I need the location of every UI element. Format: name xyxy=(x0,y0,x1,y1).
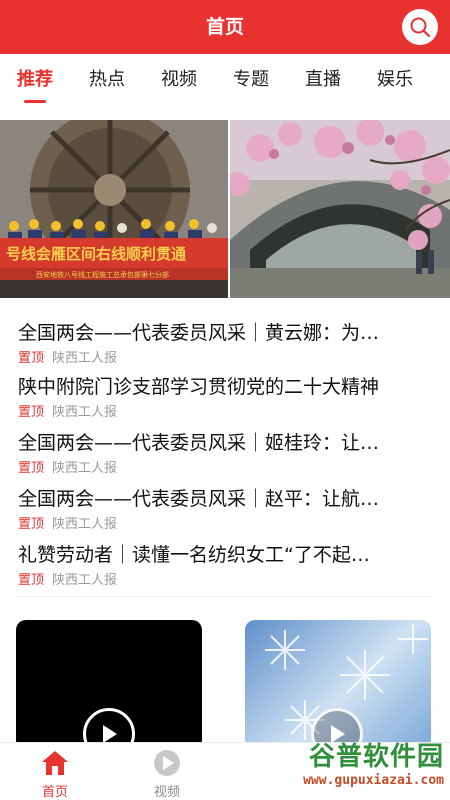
news-title[interactable]: 全国两会——代表委员风采｜姬桂玲：让… xyxy=(18,430,434,456)
news-title[interactable]: 全国两会——代表委员风采｜黄云娜：为… xyxy=(18,320,434,346)
news-source: 陕西工人报 xyxy=(52,517,118,532)
app-header: 首页 xyxy=(0,0,450,54)
news-meta: 置顶 陕西工人报 xyxy=(18,572,434,590)
news-item[interactable]: 全国两会——代表委员风采｜黄云娜：为… 置顶 陕西工人报 xyxy=(18,320,434,368)
nav-video[interactable]: 视频 xyxy=(137,743,197,800)
tab-video[interactable]: 视频 xyxy=(150,54,208,108)
play-circle-icon xyxy=(154,750,180,776)
news-source: 陕西工人报 xyxy=(52,573,118,588)
watermark-url: www.gupuxiazai.com xyxy=(303,773,444,788)
section-divider xyxy=(18,596,432,597)
news-title[interactable]: 全国两会——代表委员风采｜赵平：让航… xyxy=(18,486,434,512)
category-tabs: 推荐 热点 视频 专题 直播 娱乐 xyxy=(0,54,450,108)
banner-left-subcaption: 西安地铁八号线工程施工总承包部第七分部 xyxy=(36,270,169,279)
tab-hot[interactable]: 热点 xyxy=(78,54,136,108)
news-title[interactable]: 陕中附院门诊支部学习贯彻党的二十大精神 xyxy=(18,374,434,400)
banner-carousel[interactable]: 号线会雁区间右线顺利贯通 西安地铁八号线工程施工总承包部第七分部 xyxy=(0,120,450,298)
banner-left-caption: 号线会雁区间右线顺利贯通 xyxy=(6,245,186,263)
news-source: 陕西工人报 xyxy=(52,405,118,420)
pinned-badge: 置顶 xyxy=(18,461,45,476)
news-meta: 置顶 陕西工人报 xyxy=(18,460,434,478)
nav-home-label: 首页 xyxy=(41,785,68,800)
nav-video-label: 视频 xyxy=(153,785,180,800)
tab-topic[interactable]: 专题 xyxy=(222,54,280,108)
search-icon xyxy=(410,17,431,38)
blossom-bridge-image xyxy=(230,120,450,298)
nav-home[interactable]: 首页 xyxy=(25,743,85,800)
news-item[interactable]: 礼赞劳动者｜读懂一名纺织女工“了不起… 置顶 陕西工人报 xyxy=(18,542,434,590)
active-tab-indicator xyxy=(24,100,46,103)
search-button[interactable] xyxy=(402,9,438,45)
pinned-badge: 置顶 xyxy=(18,573,45,588)
tunnel-boring-machine-image: 号线会雁区间右线顺利贯通 西安地铁八号线工程施工总承包部第七分部 xyxy=(0,120,228,298)
pinned-badge: 置顶 xyxy=(18,405,45,420)
home-icon xyxy=(42,751,68,775)
news-meta: 置顶 陕西工人报 xyxy=(18,404,434,422)
news-meta: 置顶 陕西工人报 xyxy=(18,516,434,534)
video-card[interactable] xyxy=(16,620,202,750)
news-meta: 置顶 陕西工人报 xyxy=(18,350,434,368)
news-item[interactable]: 全国两会——代表委员风采｜赵平：让航… 置顶 陕西工人报 xyxy=(18,486,434,534)
news-title[interactable]: 礼赞劳动者｜读懂一名纺织女工“了不起… xyxy=(18,542,434,568)
banner-image-tunnel[interactable]: 号线会雁区间右线顺利贯通 西安地铁八号线工程施工总承包部第七分部 xyxy=(0,120,228,298)
watermark-text: 谷普软件园 xyxy=(308,742,444,772)
video-card[interactable] xyxy=(245,620,431,750)
news-source: 陕西工人报 xyxy=(52,461,118,476)
banner-image-bridge[interactable] xyxy=(230,120,450,298)
news-source: 陕西工人报 xyxy=(52,351,118,366)
pinned-badge: 置顶 xyxy=(18,351,45,366)
site-watermark: 谷普软件园 www.gupuxiazai.com xyxy=(244,742,444,792)
news-item[interactable]: 全国两会——代表委员风采｜姬桂玲：让… 置顶 陕西工人报 xyxy=(18,430,434,478)
page-title: 首页 xyxy=(205,16,244,38)
tab-live[interactable]: 直播 xyxy=(294,54,352,108)
news-item[interactable]: 陕中附院门诊支部学习贯彻党的二十大精神 置顶 陕西工人报 xyxy=(18,374,434,422)
pinned-badge: 置顶 xyxy=(18,517,45,532)
tab-entertainment[interactable]: 娱乐 xyxy=(366,54,424,108)
